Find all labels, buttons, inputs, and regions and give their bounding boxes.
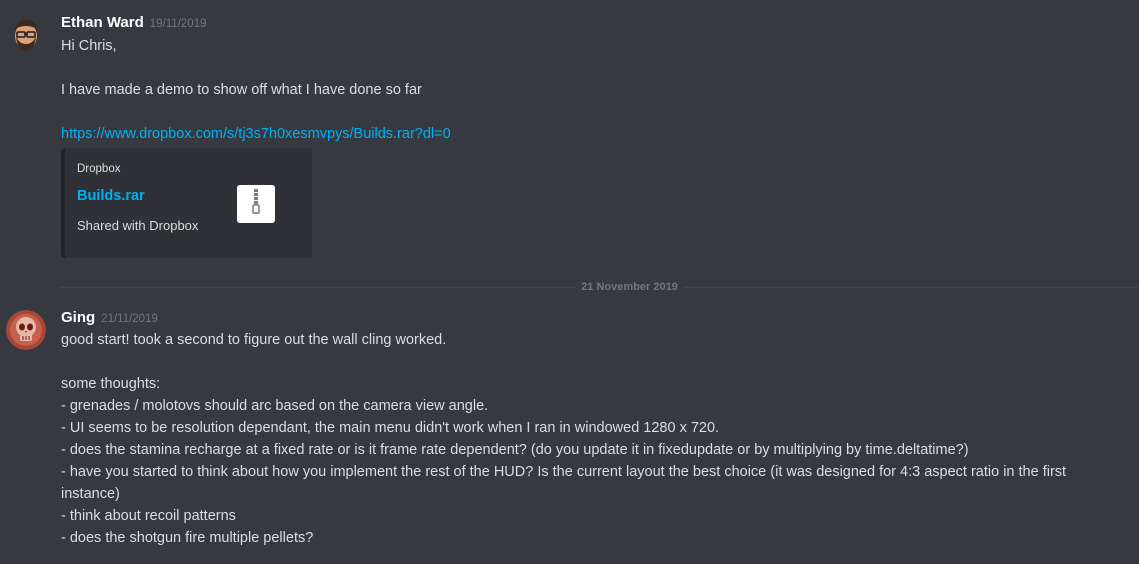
message-line: - grenades / molotovs should arc based o… <box>61 398 489 414</box>
bearded-man-avatar-icon <box>6 14 46 54</box>
timestamp: 21/11/2019 <box>101 313 158 325</box>
message-content: Hi Chris, I have made a demo to show off… <box>61 35 1119 145</box>
zip-file-icon <box>252 189 260 214</box>
red-skull-avatar-icon <box>6 310 46 350</box>
embed-thumbnail[interactable] <box>237 185 275 223</box>
message-content: good start! took a second to figure out … <box>61 329 1119 549</box>
message-line: - does the stamina recharge at a fixed r… <box>61 442 969 458</box>
username[interactable]: Ging <box>61 309 95 326</box>
embed-title-link[interactable]: Builds.rar <box>77 188 145 204</box>
message-line: good start! took a second to figure out … <box>61 332 447 348</box>
message-line: - UI seems to be resolution dependant, t… <box>61 420 720 436</box>
embed-provider[interactable]: Dropbox <box>77 163 120 175</box>
message-line <box>61 351 1119 373</box>
message-line: some thoughts: <box>61 376 161 392</box>
message-line: - have you started to think about how yo… <box>61 464 1067 502</box>
message-line: - think about recoil patterns <box>61 508 236 524</box>
dropbox-link[interactable]: https://www.dropbox.com/s/tj3s7h0xesmvpy… <box>61 126 451 142</box>
message-line <box>61 101 1119 123</box>
embed-description: Shared with Dropbox <box>77 218 199 233</box>
timestamp: 19/11/2019 <box>149 18 207 30</box>
avatar[interactable] <box>6 310 46 350</box>
message-line: Hi Chris, <box>61 38 117 54</box>
message-header: Ging 21/11/2019 <box>61 307 158 329</box>
message-line <box>61 57 1119 79</box>
username[interactable]: Ethan Ward <box>61 14 144 31</box>
message-line: - does the shotgun fire multiple pellets… <box>61 530 314 546</box>
message-line: I have made a demo to show off what I ha… <box>61 82 422 98</box>
link-embed: Dropbox Builds.rar Shared with Dropbox <box>61 148 312 258</box>
chat-messages: Ethan Ward 19/11/2019 Hi Chris, I have ma… <box>0 0 1139 564</box>
message-header: Ethan Ward 19/11/2019 <box>61 12 206 34</box>
date-divider: 21 November 2019 <box>60 280 1139 294</box>
avatar[interactable] <box>6 14 46 54</box>
date-divider-label: 21 November 2019 <box>575 280 684 294</box>
